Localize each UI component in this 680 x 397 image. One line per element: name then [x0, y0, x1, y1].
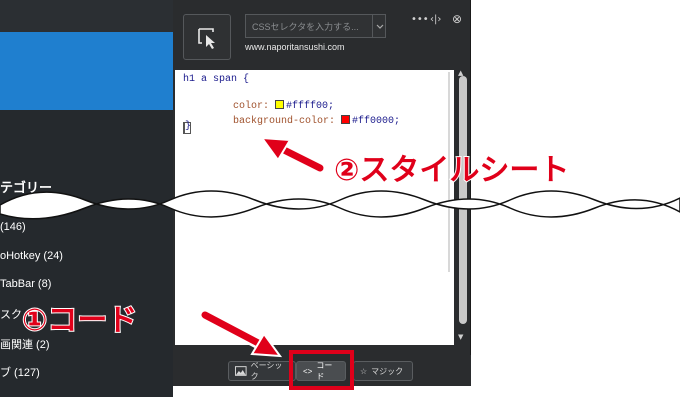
annotation-code: ①コード — [21, 302, 138, 339]
annotation-stylesheet: ②スタイルシート — [333, 152, 570, 189]
arrow-to-stylesheet — [259, 136, 326, 174]
arrow-to-code-tab — [199, 309, 283, 358]
